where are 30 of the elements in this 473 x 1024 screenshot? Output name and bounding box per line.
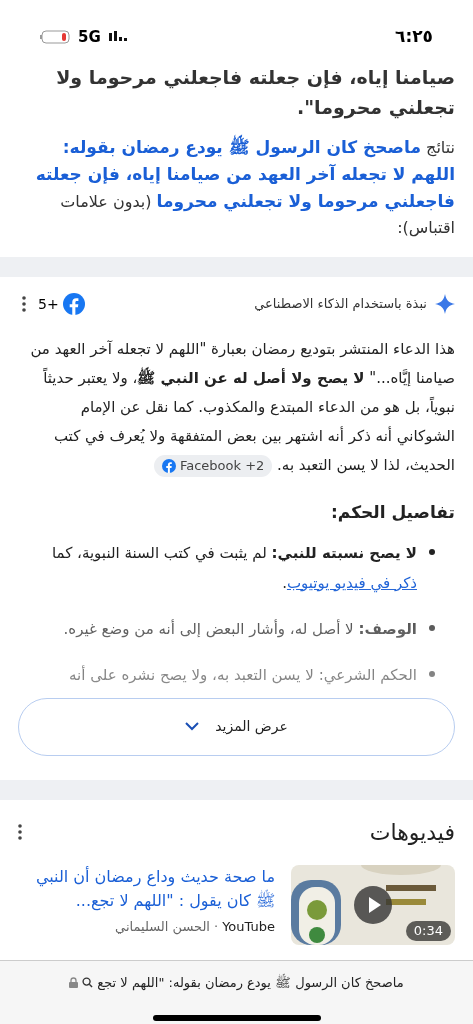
video-author: الحسن السليماني: [115, 917, 210, 936]
network-label: 5G: [78, 26, 101, 48]
bullet-text: لا يصح نسبته للنبي: لم يثبت في كتب السنة النبوية، كما ذكر في فيديو يوتيوب.: [50, 542, 417, 595]
section-heading: تفاصيل الحكم:: [330, 501, 455, 524]
video-link[interactable]: ذكر في فيديو يوتيوب: [286, 573, 417, 592]
separator-dot: ·: [214, 917, 219, 936]
bullet-text: الوصف: لا أصل له، وأشار البعض إلى أنه من وضع غيره.: [63, 618, 417, 640]
bullet-text: الحكم الشرعي: لا يسن التعبد به، ولا يصح نشره على أنه: [69, 664, 417, 687]
facebook-icon: [161, 458, 176, 473]
sources-button[interactable]: 5+: [38, 293, 85, 315]
video-title-link[interactable]: ما صحة حديث وداع رمضان أن النبي ﷺ كان يقول : "اللهم لا تجع...: [18, 864, 275, 913]
videos-heading: فيديوهات: [369, 818, 455, 847]
signal-icon: [108, 31, 129, 43]
facebook-icon: [62, 293, 85, 315]
more-icon[interactable]: [22, 296, 26, 312]
duration-badge: 0:34: [405, 921, 451, 941]
quoted-text: صيامنا إياه، فإن جعلته فاجعلني مرحوما ولا تجعلني محروما".: [55, 65, 455, 121]
sparkle-icon: [435, 294, 455, 314]
lock-icon: [69, 977, 79, 989]
battery-icon: [40, 30, 70, 44]
chevron-down-icon: [185, 722, 200, 731]
ai-overview-label: نبذة باستخدام الذكاء الاصطناعي: [254, 295, 427, 314]
more-icon[interactable]: [18, 824, 22, 840]
source-chip[interactable]: Facebook +2: [153, 454, 273, 477]
show-more-button[interactable]: عرض المزيد: [18, 697, 455, 756]
results-note: نتائج ماصحخ كان الرسول ﷺ يودع رمضان بقوله: اللهم لا تجعله آخر العهد من صيامنا إياه، فإن جعلته فاجعلني مرحوما ولا تجعلني محروما (بدون علامات اقتباس):: [18, 134, 455, 241]
clock: ٦:٢٥: [395, 25, 433, 49]
video-source: YouTube: [222, 917, 275, 936]
play-icon[interactable]: [354, 885, 392, 924]
search-icon: [82, 977, 94, 989]
